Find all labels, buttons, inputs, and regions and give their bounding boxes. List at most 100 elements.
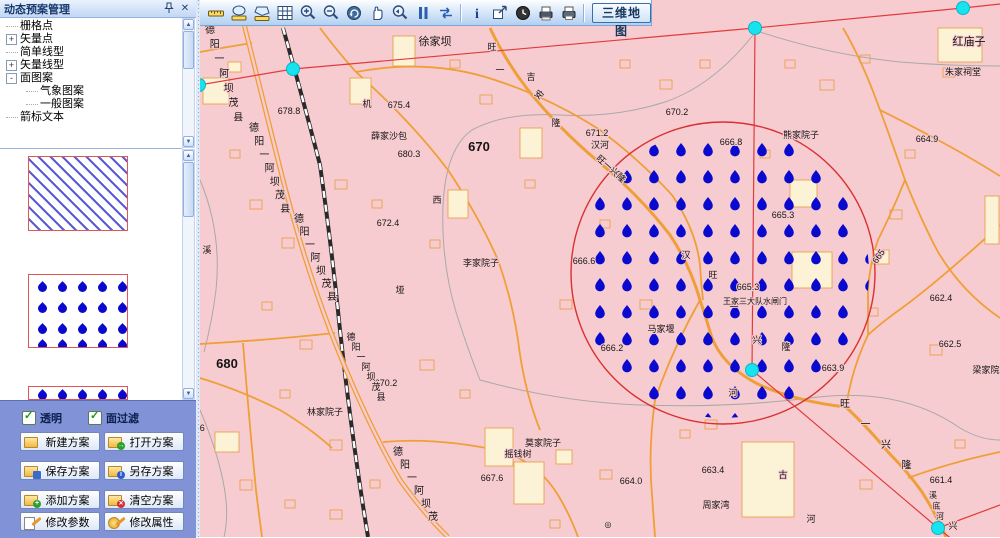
history-clock-icon[interactable] bbox=[511, 2, 534, 24]
checkbox-box-icon[interactable] bbox=[22, 411, 36, 425]
tree-item-气象图案[interactable]: 气象图案 bbox=[0, 85, 182, 98]
map-label: 一 bbox=[356, 352, 365, 362]
button-新建方案[interactable]: 新建方案 bbox=[20, 432, 100, 451]
map-label: 隆 bbox=[781, 341, 790, 352]
button-修改参数[interactable]: 修改参数 bbox=[20, 512, 100, 531]
pin-icon[interactable] bbox=[162, 2, 176, 15]
tree-item-label: 箭标文本 bbox=[20, 111, 64, 124]
map-label: 675.4 bbox=[388, 100, 411, 110]
vertex-handle[interactable] bbox=[749, 22, 762, 35]
vertex-handle[interactable] bbox=[746, 364, 759, 377]
tree-item-简单线型[interactable]: 简单线型 bbox=[0, 46, 182, 59]
checkbox-面过滤[interactable]: 面过滤 bbox=[88, 410, 139, 426]
map-label: 李家院子 bbox=[463, 257, 499, 268]
scroll-thumb[interactable] bbox=[183, 31, 194, 69]
scroll-down-icon[interactable]: ▼ bbox=[183, 136, 194, 147]
scroll-down-icon[interactable]: ▼ bbox=[183, 388, 194, 399]
grid-icon[interactable] bbox=[273, 2, 296, 24]
tree-item-一般图案[interactable]: 一般图案 bbox=[0, 98, 182, 111]
measure-distance-icon[interactable] bbox=[204, 2, 227, 24]
checkbox-box-icon[interactable] bbox=[88, 411, 102, 425]
scroll-up-icon[interactable]: ▲ bbox=[183, 19, 194, 30]
expand-toggle-icon[interactable]: - bbox=[6, 73, 17, 84]
measure-polygon-icon[interactable] bbox=[250, 2, 273, 24]
export-icon[interactable] bbox=[488, 2, 511, 24]
print-icon[interactable] bbox=[557, 2, 580, 24]
map-canvas[interactable]: 徐家坝红庙子朱家祠堂678.8机675.4薛家沙包680.3670671.2汉河… bbox=[200, 0, 1000, 537]
map-label: 663.9 bbox=[822, 363, 845, 373]
button-清空方案[interactable]: 清空方案 bbox=[104, 490, 184, 509]
tree-item-矢量点[interactable]: +矢量点 bbox=[0, 33, 182, 46]
tree-scrollbar[interactable]: ▲ ▼ bbox=[182, 18, 195, 148]
raindrop-glyph bbox=[36, 389, 49, 400]
pattern-swatch-raindrop[interactable] bbox=[28, 274, 128, 348]
tree-item-面图案[interactable]: -面图案 bbox=[0, 72, 182, 85]
raindrop-glyph bbox=[96, 281, 109, 294]
pan-hand-icon[interactable] bbox=[365, 2, 388, 24]
swap-view-icon[interactable] bbox=[434, 2, 457, 24]
map-label: 665.3 bbox=[772, 210, 795, 220]
measure-circle-icon[interactable] bbox=[227, 2, 250, 24]
tree-branch-line bbox=[26, 91, 38, 92]
button-保存方案[interactable]: 保存方案 bbox=[20, 461, 100, 480]
tree-item-矢量线型[interactable]: +矢量线型 bbox=[0, 59, 182, 72]
vertex-handle[interactable] bbox=[957, 2, 970, 15]
expand-toggle-icon[interactable]: + bbox=[6, 34, 17, 45]
map-3d-button[interactable]: 三维地图 bbox=[592, 3, 651, 23]
button-另存方案[interactable]: 另存方案 bbox=[104, 461, 184, 480]
tree-item-箭标文本[interactable]: 箭标文本 bbox=[0, 111, 182, 124]
raindrop-glyph bbox=[56, 281, 69, 294]
map-label: 680.3 bbox=[398, 149, 421, 159]
map-label: 薛家沙包 bbox=[371, 130, 407, 141]
vertex-handle[interactable] bbox=[932, 522, 945, 535]
scroll-thumb[interactable] bbox=[183, 162, 194, 217]
building bbox=[520, 128, 542, 158]
tree-item-label: 一般图案 bbox=[40, 98, 84, 111]
map-label: 670.2 bbox=[666, 107, 689, 117]
zoom-out-icon[interactable] bbox=[319, 2, 342, 24]
raindrop-glyph bbox=[56, 302, 69, 315]
map-label: 河 bbox=[728, 387, 737, 398]
pause-icon[interactable] bbox=[411, 2, 434, 24]
pattern-swatch-raindrop-partial[interactable] bbox=[28, 386, 128, 400]
tree-branch-line bbox=[6, 117, 18, 118]
zoom-window-icon[interactable] bbox=[388, 2, 411, 24]
map-label: 一 bbox=[407, 473, 417, 484]
map-label: 底 bbox=[933, 501, 941, 511]
button-添加方案[interactable]: 添加方案 bbox=[20, 490, 100, 509]
back-navigate-icon[interactable] bbox=[342, 2, 365, 24]
map-label: 一 bbox=[305, 240, 315, 251]
raindrop-glyph bbox=[116, 339, 128, 348]
print-preview-icon[interactable] bbox=[534, 2, 557, 24]
vertex-handle[interactable] bbox=[287, 63, 300, 76]
zoom-in-icon[interactable] bbox=[296, 2, 319, 24]
tree-item-栅格点[interactable]: 栅格点 bbox=[0, 20, 182, 33]
save-plan-icon bbox=[24, 464, 39, 477]
button-label: 新建方案 bbox=[39, 434, 96, 450]
map-label: 河 bbox=[806, 513, 815, 524]
scroll-up-icon[interactable]: ▲ bbox=[183, 150, 194, 161]
map-label: 县 bbox=[233, 112, 243, 124]
map-label: 坝 bbox=[270, 176, 280, 188]
raindrop-glyph bbox=[36, 281, 49, 294]
raindrop-glyph bbox=[36, 339, 49, 348]
checkbox-label: 面过滤 bbox=[106, 410, 139, 426]
map-label: 阿 bbox=[311, 252, 321, 264]
map-label: 阿 bbox=[414, 485, 424, 497]
map-label: 兴 bbox=[881, 439, 891, 451]
pattern-swatch-diagonal-hatch[interactable] bbox=[28, 156, 128, 231]
button-打开方案[interactable]: 打开方案 bbox=[104, 432, 184, 451]
expand-toggle-icon[interactable]: + bbox=[6, 60, 17, 71]
building bbox=[215, 432, 239, 452]
close-icon[interactable]: ✕ bbox=[178, 2, 192, 15]
raindrop-glyph bbox=[56, 339, 69, 348]
pattern-scrollbar[interactable]: ▲ ▼ bbox=[182, 149, 195, 400]
map-label: 徐家坝 bbox=[419, 34, 452, 48]
checkbox-透明[interactable]: 透明 bbox=[22, 410, 62, 426]
button-label: 另存方案 bbox=[123, 463, 180, 479]
info-icon[interactable]: i bbox=[465, 2, 488, 24]
button-修改属性[interactable]: 修改属性 bbox=[104, 512, 184, 531]
sidebar-title: 动态预案管理 bbox=[4, 1, 160, 17]
map-label: 阿 bbox=[361, 362, 370, 372]
map-label: 阿 bbox=[219, 68, 229, 80]
